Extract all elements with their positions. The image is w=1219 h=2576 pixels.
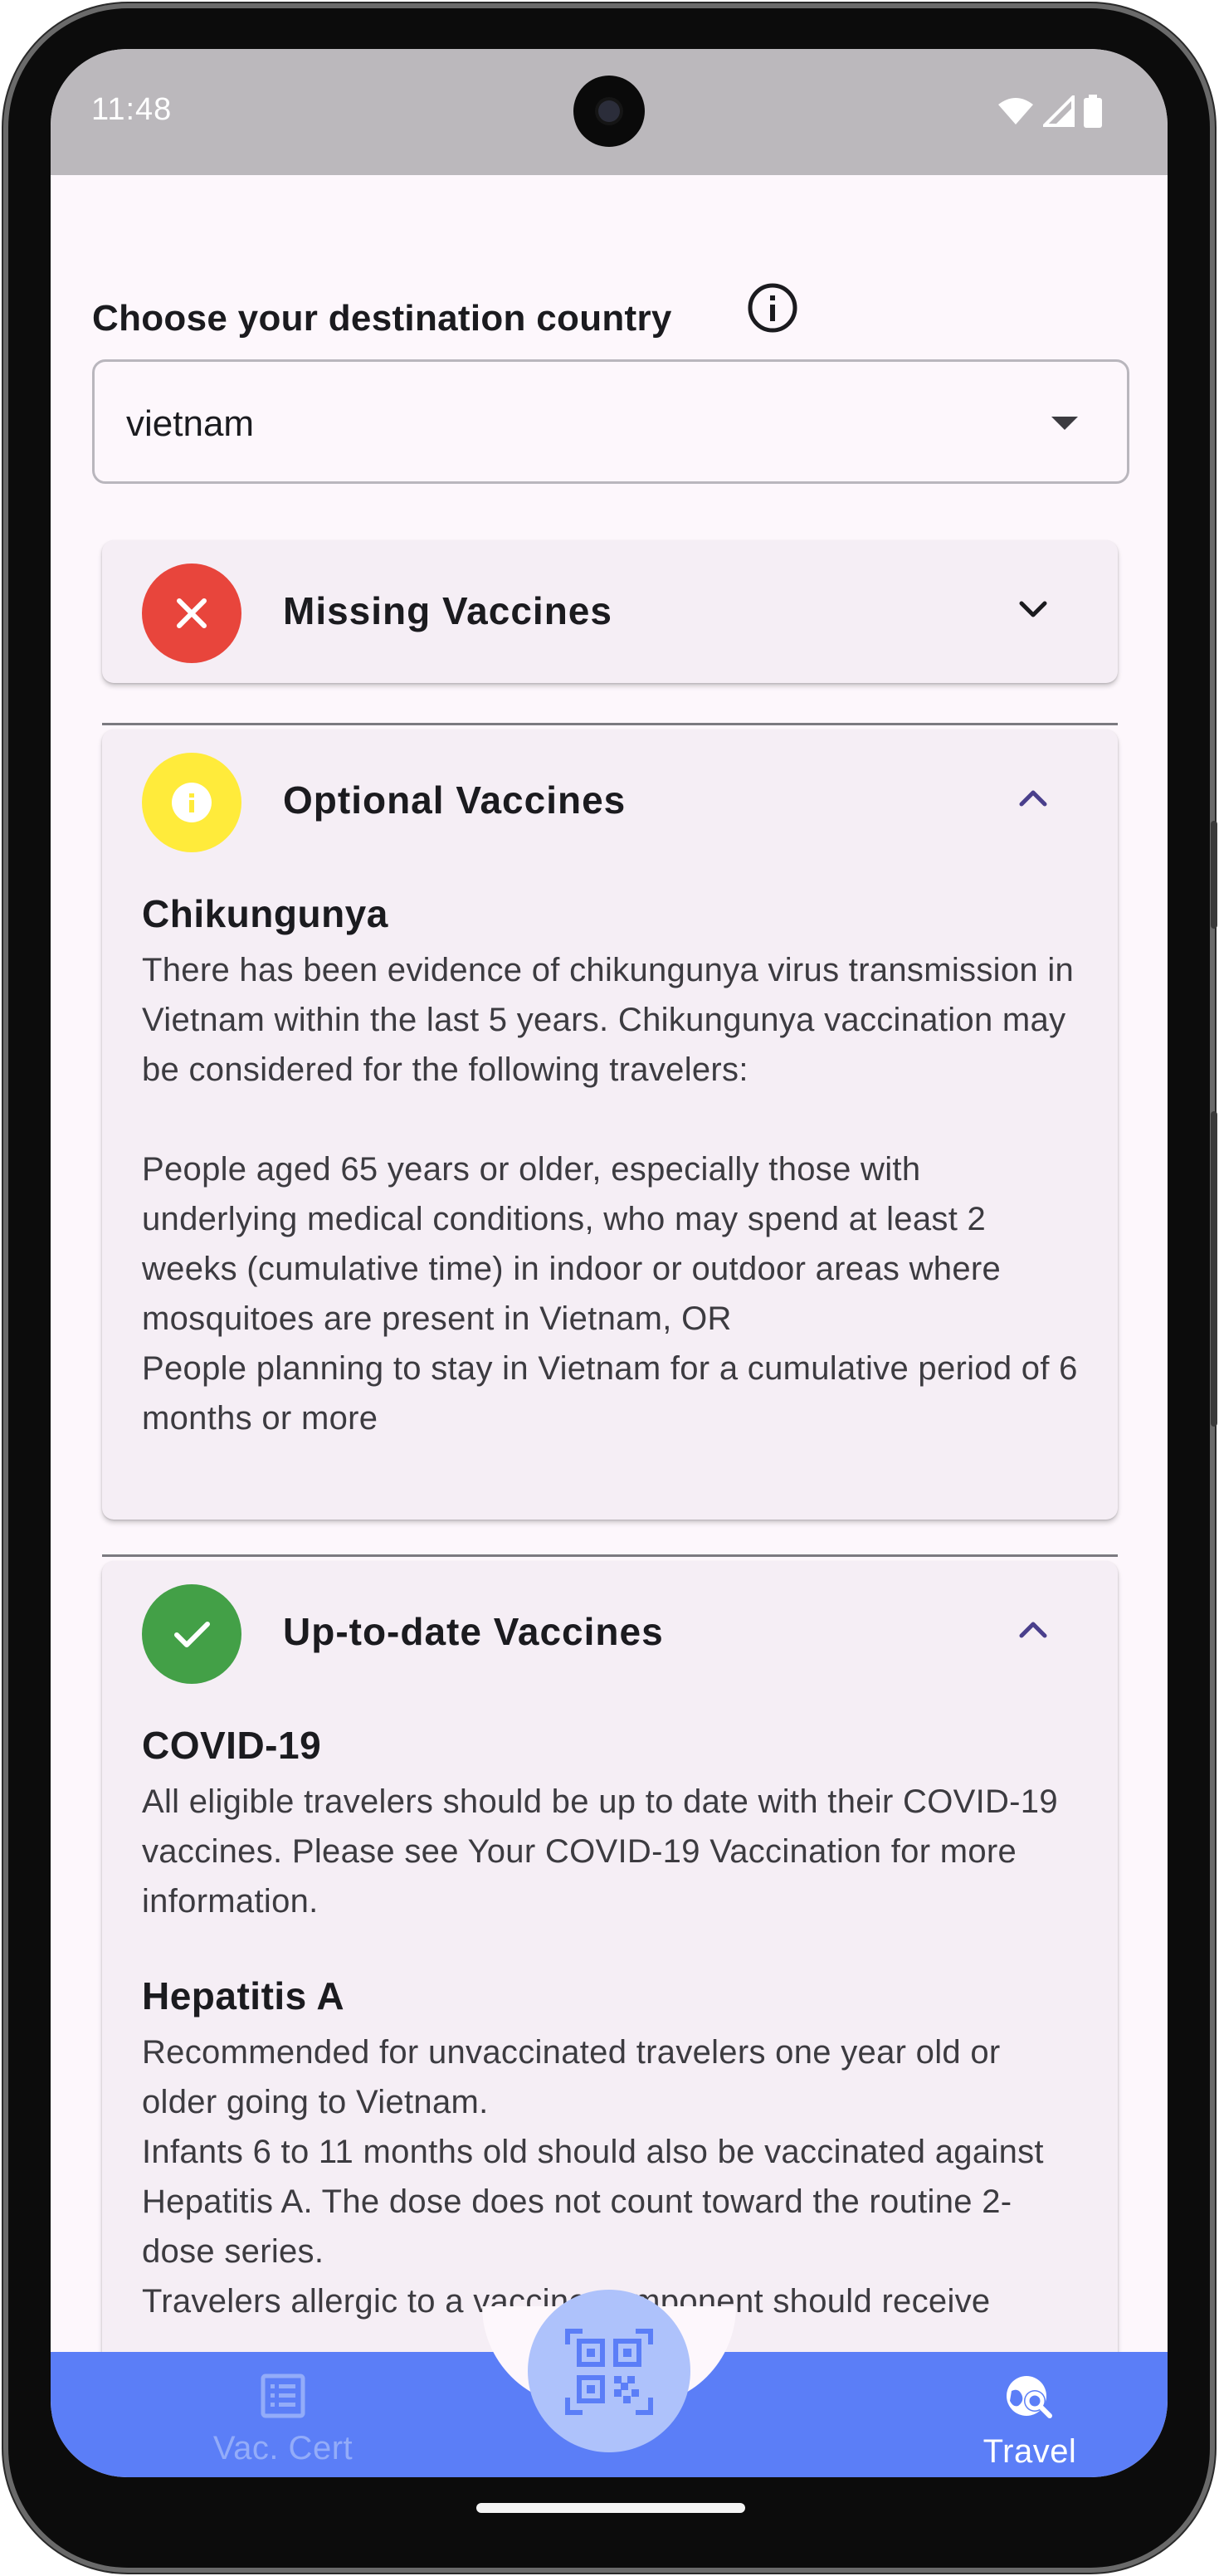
uptodate-vaccines-header[interactable]: Up-to-date Vaccines: [102, 1561, 1118, 1704]
vaccine-name: COVID-19: [142, 1724, 322, 1767]
info-icon[interactable]: [744, 279, 802, 337]
travel-globe-search-icon: [1007, 2376, 1052, 2418]
vaccine-description: All eligible travelers should be up to d…: [142, 1783, 1068, 1920]
vaccine-name: Chikungunya: [142, 892, 388, 935]
missing-status-badge: [142, 564, 241, 663]
battery-icon: [1084, 95, 1102, 128]
nav-travel-label: Travel: [983, 2433, 1077, 2470]
vaccine-description: There has been evidence of chikungunya v…: [142, 952, 1078, 1437]
cellular-signal-icon: [1043, 95, 1075, 127]
chevron-up-icon[interactable]: [1017, 1617, 1050, 1642]
destination-label: Choose your destination country: [92, 298, 672, 339]
screen: 11:48 Choose your destination country vi…: [51, 49, 1168, 2477]
uptodate-status-badge: [142, 1584, 241, 1684]
front-camera: [573, 76, 645, 147]
missing-vaccines-panel[interactable]: Missing Vaccines: [102, 540, 1118, 683]
check-icon: [174, 1622, 210, 1647]
optional-vaccines-title: Optional Vaccines: [283, 778, 627, 822]
optional-vaccines-panel[interactable]: Optional Vaccines Chikungunya There has …: [102, 729, 1118, 1520]
optional-status-badge: [142, 753, 241, 852]
missing-vaccines-header[interactable]: Missing Vaccines: [102, 540, 1118, 683]
qr-scan-button[interactable]: [528, 2290, 690, 2452]
uptodate-vaccines-title: Up-to-date Vaccines: [283, 1610, 664, 1653]
status-bar: 11:48: [51, 49, 1168, 175]
phone-frame: 11:48 Choose your destination country vi…: [3, 3, 1217, 2573]
country-select[interactable]: vietnam: [92, 359, 1129, 484]
optional-vaccines-header[interactable]: Optional Vaccines: [102, 729, 1118, 872]
nav-travel[interactable]: Travel: [914, 2373, 1146, 2471]
missing-vaccines-title: Missing Vaccines: [283, 589, 612, 632]
wifi-icon: [998, 98, 1033, 124]
status-icons: [997, 95, 1103, 128]
close-icon: [177, 598, 207, 628]
dropdown-arrow-icon: [1051, 417, 1078, 430]
qr-code-scan-icon: [565, 2329, 653, 2415]
country-select-value: vietnam: [126, 403, 255, 444]
section-divider: [102, 1554, 1118, 1557]
section-divider: [102, 723, 1118, 725]
nav-vac-cert[interactable]: Vac. Cert: [167, 2373, 399, 2467]
nav-vac-cert-label: Vac. Cert: [212, 2430, 354, 2466]
certificate-list-icon: [261, 2374, 305, 2418]
vaccine-name: Hepatitis A: [142, 1974, 345, 2017]
uptodate-vaccines-panel[interactable]: Up-to-date Vaccines COVID-19 All eligibl…: [102, 1561, 1118, 2358]
volume-button: [1211, 821, 1217, 929]
gesture-navigation-bar[interactable]: [476, 2503, 745, 2513]
vaccine-description: Recommended for unvaccinated travelers o…: [142, 2034, 1044, 2320]
chevron-up-icon[interactable]: [1017, 786, 1050, 811]
info-icon: [172, 783, 212, 822]
travel-content[interactable]: Choose your destination country vietnam: [51, 175, 1168, 2358]
power-button: [1211, 1111, 1217, 1427]
chevron-down-icon[interactable]: [1017, 597, 1050, 622]
status-time: 11:48: [91, 92, 173, 127]
